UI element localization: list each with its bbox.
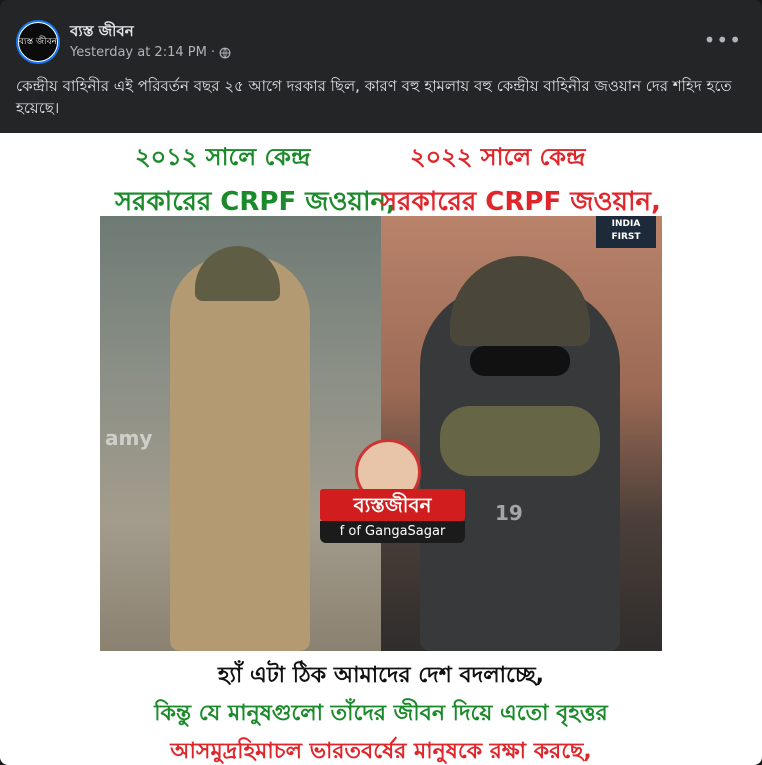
post-text: কেন্দ্রীয় বাহিনীর এই পরিবর্তন বছর ২৫ আগ… xyxy=(16,77,732,117)
watermark-left: amy xyxy=(105,426,153,450)
post-timestamp[interactable]: Yesterday at 2:14 PM xyxy=(70,45,207,60)
post-image[interactable]: ২০১২ সালে কেন্দ্র ২০২২ সালে কেন্দ্র সরকা… xyxy=(0,133,762,765)
meta-separator: · xyxy=(210,45,215,60)
badge-subtitle: f of GangaSagar xyxy=(320,521,465,543)
avatar-logo: ব্যস্ত জীবন xyxy=(18,22,58,62)
post-card: ব্যস্ত জীবন ব্যস্ত জীবন Yesterday at 2:1… xyxy=(0,0,762,765)
more-options-icon[interactable]: ••• xyxy=(704,28,742,52)
heading-left-year: ২০১২ সালে কেন্দ্র xyxy=(135,143,311,171)
soldier-2012-figure xyxy=(170,256,310,651)
post-meta: Yesterday at 2:14 PM · xyxy=(70,45,231,60)
page-badge: ব্যস্তজীবন f of GangaSagar xyxy=(320,439,465,544)
soldier-2022-sunglasses xyxy=(470,346,570,376)
globe-icon xyxy=(219,47,231,58)
watermark-right: 19 xyxy=(495,501,523,525)
caption-line-3: আসমুদ্রহিমাচল ভারতবর্ষের মানুষকে রক্ষা ক… xyxy=(170,739,592,764)
comparison-photo: INDIA FIRST amy 19 ব্যস্তজীবন f of Ganga… xyxy=(100,216,662,651)
channel-logo: INDIA FIRST xyxy=(596,216,656,248)
badge-name: ব্যস্তজীবন xyxy=(320,489,465,521)
post-header: ব্যস্ত জীবন ব্যস্ত জীবন Yesterday at 2:1… xyxy=(0,0,762,70)
page-avatar[interactable]: ব্যস্ত জীবন xyxy=(16,20,60,64)
page-name[interactable]: ব্যস্ত জীবন xyxy=(70,20,134,45)
caption-line-2: কিন্তু যে মানুষগুলো তাঁদের জীবন দিয়ে এত… xyxy=(154,701,608,726)
heading-right-year: ২০২২ সালে কেন্দ্র xyxy=(410,143,586,171)
caption-line-1: হ্যাঁ এটা ঠিক আমাদের দেশ বদলাচ্ছে, xyxy=(217,663,545,688)
